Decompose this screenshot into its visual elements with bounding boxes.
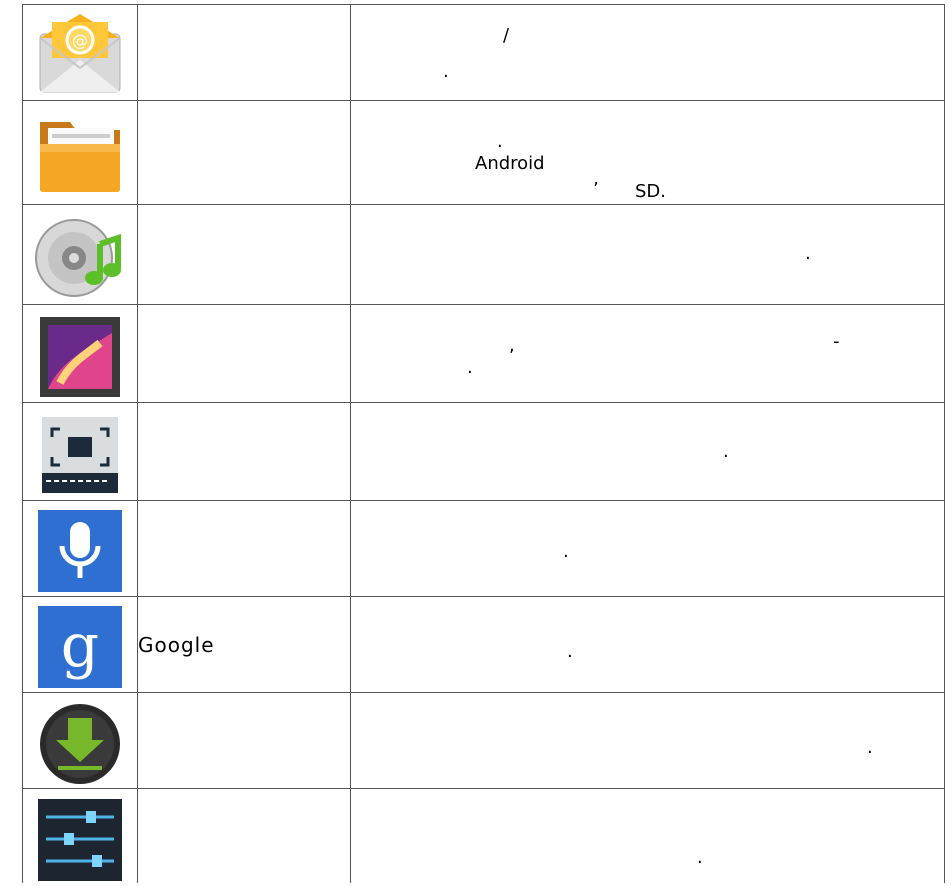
desc-text: .: [805, 243, 811, 264]
desc-text: SD.: [635, 181, 667, 202]
screenshot-icon: [30, 411, 130, 497]
desc-text: .: [867, 737, 873, 758]
app-description: , - .: [350, 304, 945, 403]
music-disc-icon: [30, 214, 130, 300]
icon-cell: [22, 788, 138, 883]
download-icon: [30, 700, 130, 786]
app-name: [137, 204, 351, 305]
desc-text: Android: [475, 153, 545, 174]
app-name: [137, 304, 351, 403]
desc-text: ’: [593, 179, 599, 200]
table-row: @ / .: [22, 4, 945, 101]
desc-text: .: [563, 541, 569, 562]
app-description: .: [350, 788, 945, 883]
email-icon: @: [30, 12, 130, 98]
table-row: .: [22, 788, 945, 883]
app-description: .: [350, 596, 945, 693]
app-description: .: [350, 204, 945, 305]
app-description: . Android ’ SD.: [350, 100, 945, 205]
table-row: g Google .: [22, 596, 945, 693]
folder-icon: [30, 112, 130, 198]
app-name: [137, 500, 351, 597]
app-description: .: [350, 402, 945, 501]
icon-cell: @: [22, 4, 138, 101]
icon-cell: [22, 692, 138, 789]
desc-text: /: [503, 25, 510, 46]
desc-text: .: [723, 441, 729, 462]
app-name: [137, 100, 351, 205]
table-row: .: [22, 204, 945, 305]
apps-table: @ / . . Android ’ SD. . , - . . . g Goog…: [22, 4, 945, 883]
icon-cell: [22, 500, 138, 597]
desc-text: .: [443, 61, 449, 82]
google-search-icon: g: [30, 604, 130, 690]
table-row: . Android ’ SD.: [22, 100, 945, 205]
desc-text: .: [497, 131, 503, 152]
app-name: [137, 402, 351, 501]
desc-text: .: [567, 641, 573, 662]
svg-text:g: g: [61, 611, 99, 681]
desc-text: .: [467, 357, 473, 378]
icon-cell: g: [22, 596, 138, 693]
app-description: .: [350, 692, 945, 789]
table-row: .: [22, 692, 945, 789]
table-row: .: [22, 402, 945, 501]
icon-cell: [22, 304, 138, 403]
app-description: / .: [350, 4, 945, 101]
app-name: [137, 788, 351, 883]
icon-cell: [22, 204, 138, 305]
table-row: .: [22, 500, 945, 597]
app-name: [137, 4, 351, 101]
settings-sliders-icon: [30, 795, 130, 881]
icon-cell: [22, 402, 138, 501]
table-row: , - .: [22, 304, 945, 403]
desc-text: ,: [509, 335, 515, 356]
svg-text:@: @: [72, 31, 88, 50]
microphone-icon: [30, 508, 130, 594]
app-name: [137, 692, 351, 789]
icon-cell: [22, 100, 138, 205]
app-name: Google: [137, 596, 351, 693]
app-description: .: [350, 500, 945, 597]
desc-text: .: [697, 847, 703, 868]
desc-text: -: [833, 331, 840, 352]
gallery-icon: [30, 313, 130, 399]
